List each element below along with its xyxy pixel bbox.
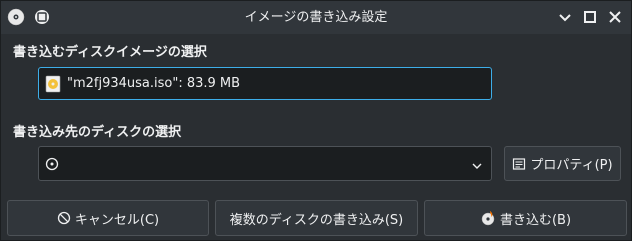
cancel-button[interactable]: キャンセル(C) bbox=[7, 200, 209, 236]
iso-image-icon bbox=[45, 75, 61, 93]
cancel-button-label: キャンセル(C) bbox=[74, 212, 160, 228]
burn-button-label: 書き込む(B) bbox=[499, 212, 572, 228]
minimize-icon[interactable] bbox=[555, 7, 575, 27]
properties-icon bbox=[512, 157, 526, 171]
multiple-discs-button[interactable]: 複数のディスクの書き込み(S) bbox=[215, 200, 418, 236]
properties-button-label: プロパティ(P) bbox=[530, 158, 613, 173]
close-icon[interactable] bbox=[605, 7, 625, 27]
window-controls bbox=[555, 7, 625, 27]
chevron-down-icon bbox=[471, 157, 483, 176]
cancel-icon bbox=[57, 211, 71, 225]
title-bar[interactable]: イメージの書き込み設定 bbox=[1, 1, 631, 34]
maximize-icon[interactable] bbox=[580, 7, 600, 27]
burn-button[interactable]: 書き込む(B) bbox=[424, 200, 627, 236]
target-disc-select[interactable] bbox=[38, 146, 492, 181]
target-heading: 書き込み先のディスクの選択 bbox=[13, 125, 182, 140]
properties-button[interactable]: プロパティ(P) bbox=[504, 146, 621, 181]
optical-drive-icon bbox=[45, 157, 59, 171]
source-heading: 書き込むディスクイメージの選択 bbox=[13, 45, 207, 60]
multiple-discs-button-label: 複数のディスクの書き込み(S) bbox=[229, 212, 404, 228]
disc-image-file-label: "m2fj934usa.iso": 83.9 MB bbox=[67, 76, 241, 91]
window-title: イメージの書き込み設定 bbox=[244, 10, 388, 25]
burn-icon bbox=[480, 210, 496, 226]
burn-image-dialog: イメージの書き込み設定 書き込むディスクイメージの選択 "m2fj934usa.… bbox=[0, 0, 632, 241]
disc-image-field[interactable]: "m2fj934usa.iso": 83.9 MB bbox=[38, 67, 492, 100]
